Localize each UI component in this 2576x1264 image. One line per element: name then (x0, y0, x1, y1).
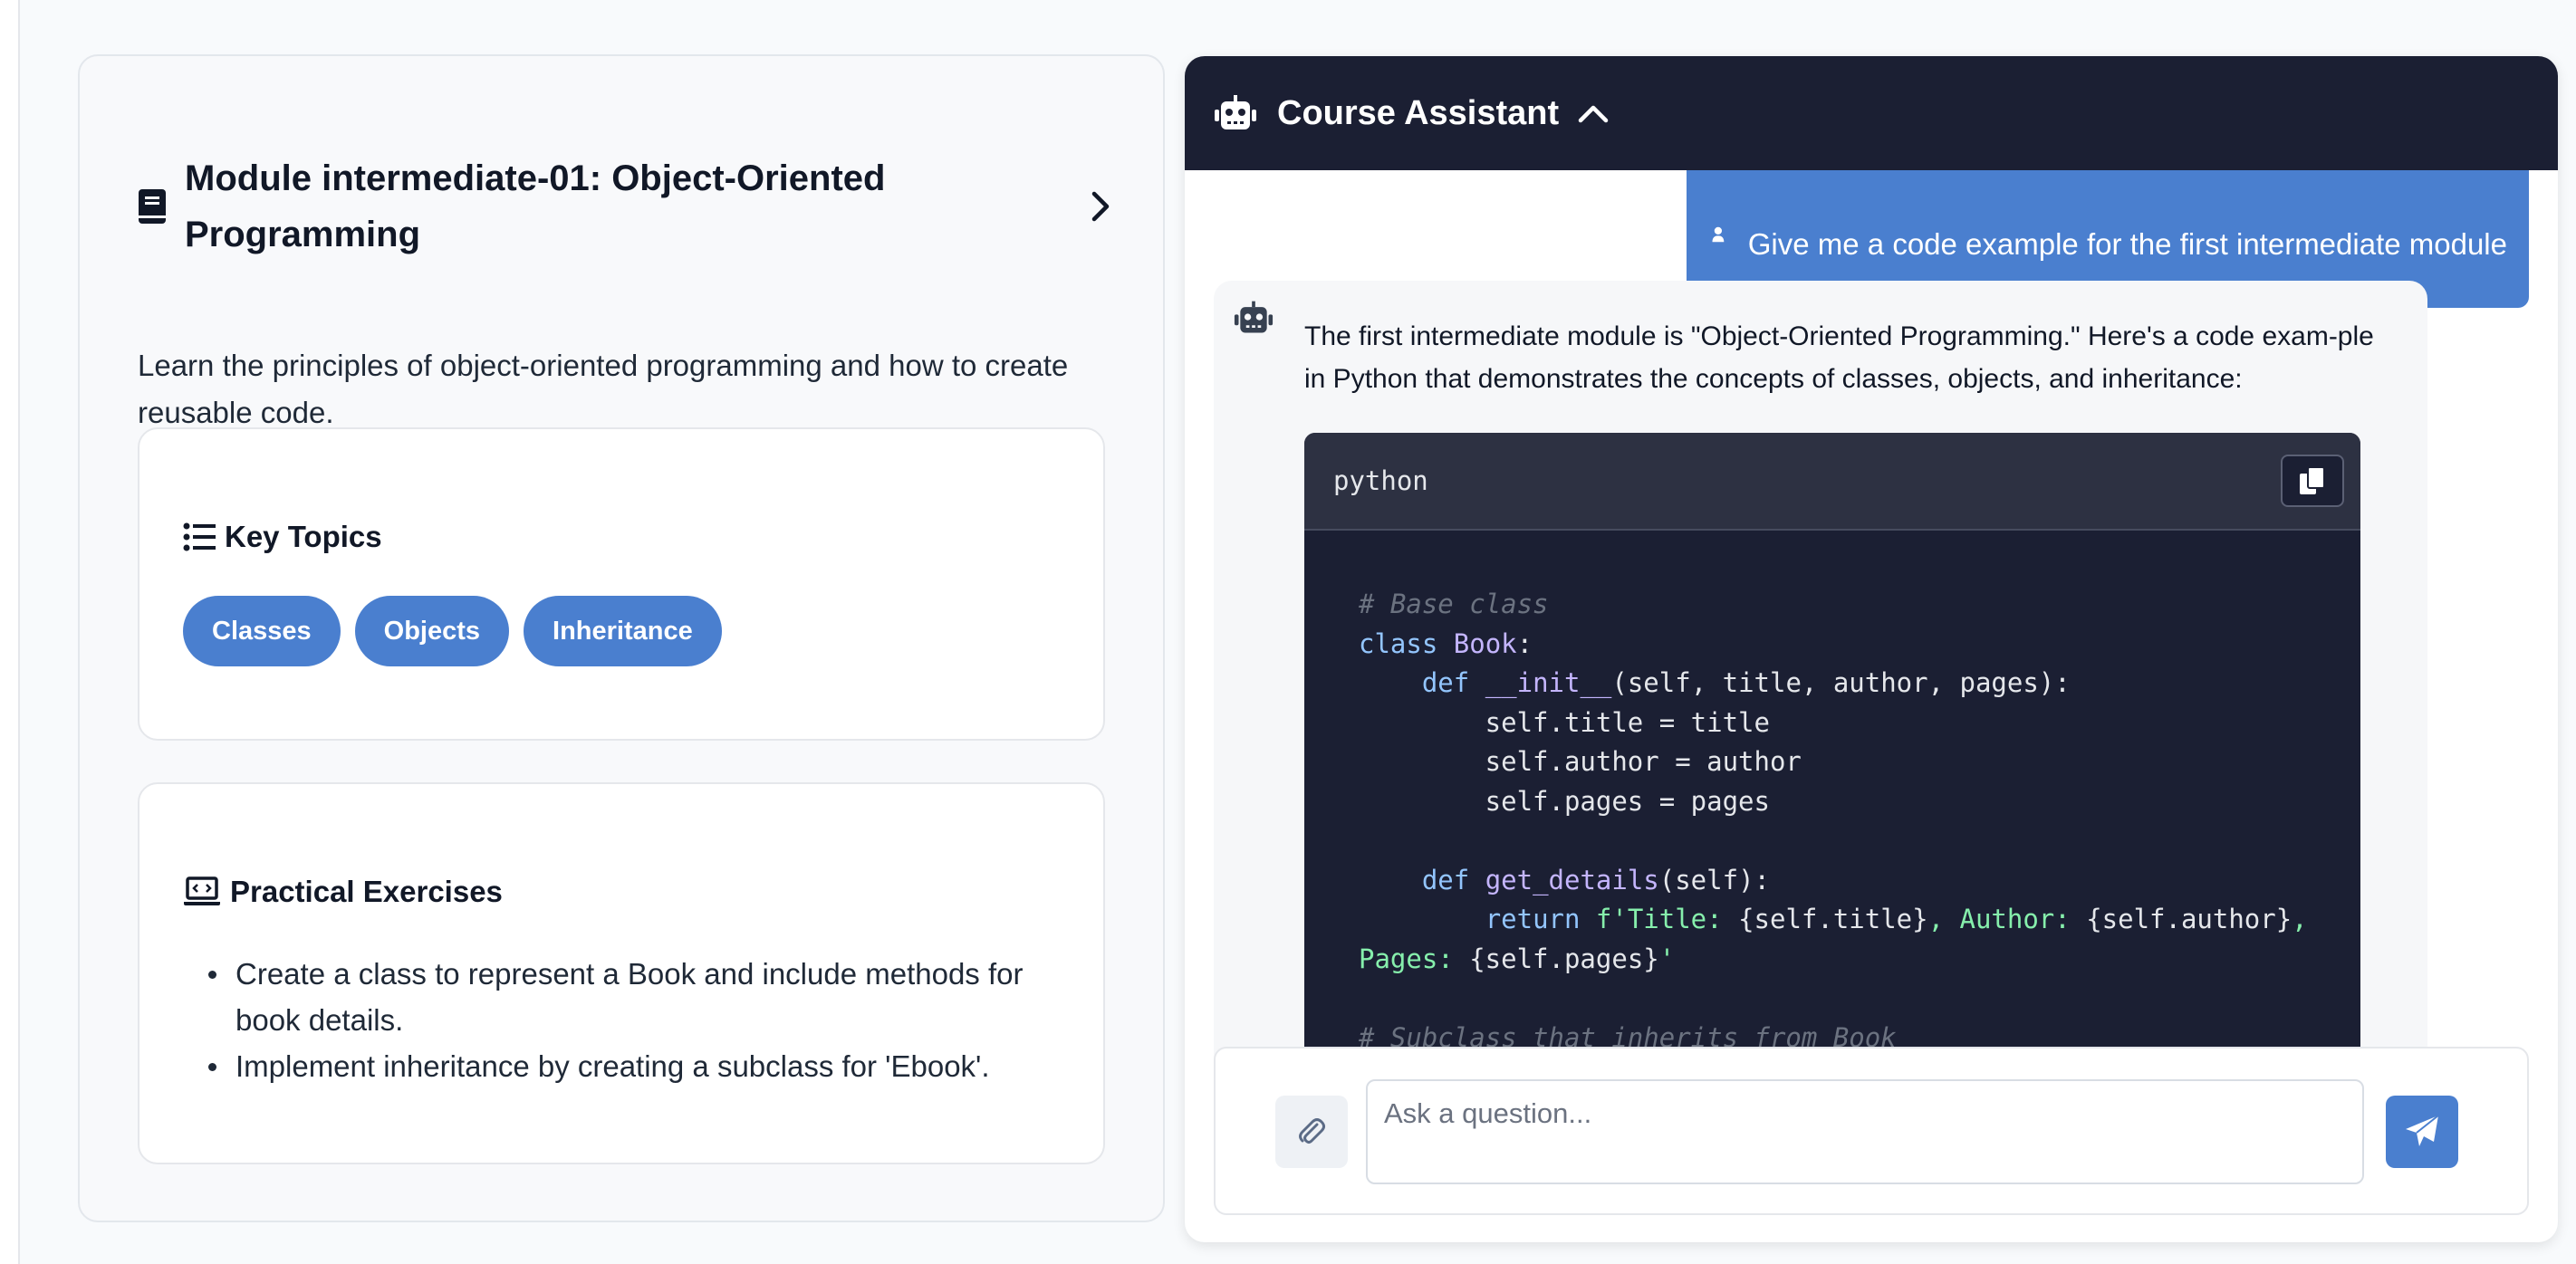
assistant-message-text: The first intermediate module is "Object… (1304, 321, 2374, 394)
chat-input-bar (1214, 1047, 2529, 1215)
code-language: python (1333, 465, 1428, 496)
code-content: # Base class class Book: def __init__(se… (1359, 589, 2308, 1053)
module-title: Module intermediate-01: Object-Oriented … (185, 158, 886, 254)
user-message-text: Give me a code example for the first int… (1747, 227, 2507, 261)
book-icon (139, 189, 166, 224)
key-topics-title: Key Topics (225, 520, 382, 553)
key-topics-card: Key Topics Classes Objects Inheritance (138, 427, 1105, 741)
robot-icon (1234, 301, 1274, 333)
code-block: python # Base class class Book: def __in… (1304, 433, 2360, 1096)
assistant-message: The first intermediate module is "Object… (1214, 281, 2427, 1096)
topic-chips: Classes Objects Inheritance (183, 596, 722, 666)
copy-icon (2300, 466, 2325, 494)
module-description: Learn the principles of object-oriented … (138, 349, 1069, 429)
exercises-heading: Practical Exercises (183, 875, 503, 909)
list-icon (183, 522, 216, 551)
question-input[interactable] (1366, 1079, 2364, 1184)
chat-header[interactable]: Course Assistant (1185, 56, 2558, 170)
module-header[interactable]: Module intermediate-01: Object-Oriented … (138, 150, 1118, 263)
robot-icon (1215, 95, 1256, 129)
topic-chip-inheritance[interactable]: Inheritance (524, 596, 722, 666)
send-button[interactable] (2386, 1096, 2458, 1168)
copy-button[interactable] (2281, 455, 2344, 507)
paper-plane-icon (2406, 1115, 2439, 1146)
chat-panel: Course Assistant Give me a code example … (1185, 56, 2558, 1242)
code-header: python (1304, 433, 2360, 531)
exercises-card: Practical Exercises Create a class to re… (138, 782, 1105, 1164)
module-panel: Module intermediate-01: Object-Oriented … (78, 54, 1165, 1222)
chat-title: Course Assistant (1277, 93, 1560, 132)
topic-chip-objects[interactable]: Objects (354, 596, 510, 666)
user-icon (1712, 226, 1725, 243)
attach-button[interactable] (1275, 1096, 1348, 1168)
chevron-right-icon[interactable] (1081, 188, 1118, 225)
exercise-item: Implement inheritance by creating a subc… (208, 1043, 1060, 1089)
exercises-title: Practical Exercises (230, 875, 503, 908)
chevron-up-icon[interactable] (1575, 95, 1611, 131)
exercise-item: Create a class to represent a Book and i… (208, 951, 1060, 1043)
paperclip-icon (1299, 1118, 1325, 1144)
laptop-code-icon (184, 876, 220, 905)
topic-chip-classes[interactable]: Classes (183, 596, 341, 666)
left-rail (0, 0, 20, 1264)
key-topics-heading: Key Topics (183, 520, 382, 554)
exercise-list: Create a class to represent a Book and i… (208, 951, 1060, 1089)
